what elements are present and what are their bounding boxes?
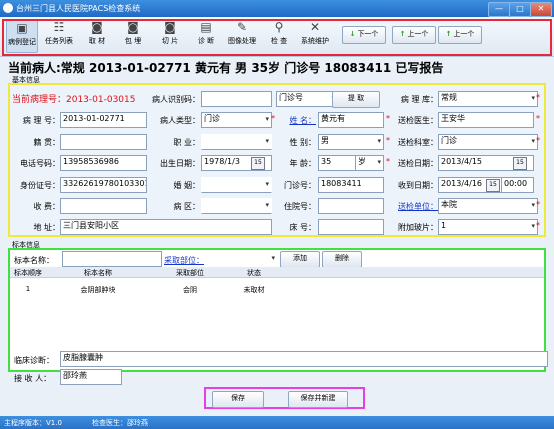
table-row[interactable]: 1 会阴部肿块 会阴 未取材 (10, 284, 544, 295)
bed-label: 床 号： (289, 223, 316, 232)
marriage-select[interactable] (201, 177, 272, 193)
dept-select[interactable]: 门诊 (438, 134, 538, 150)
sex-select[interactable]: 男 (318, 134, 384, 150)
ward-label: 病 区： (173, 202, 200, 211)
job-select[interactable] (201, 134, 272, 150)
inpatient-input[interactable] (318, 198, 384, 214)
required-mark: * (271, 114, 275, 123)
phone-input[interactable]: 13958536986 (60, 155, 147, 171)
native-input[interactable] (60, 134, 147, 150)
patient-type-label: 病人类型： (160, 116, 200, 125)
sample-grid-header: 标本顺序 标本名称 采取部位 状态 (10, 267, 544, 278)
send-date-label: 送检日期： (398, 159, 438, 168)
cell-status: 未取材 (243, 286, 265, 294)
required-mark: * (536, 200, 540, 209)
native-label: 籍 贯： (33, 138, 60, 147)
fee-input[interactable] (60, 198, 147, 214)
status-bar: 主程序版本：V1.0 检查医生：邵玲燕 (0, 416, 554, 429)
col-site: 采取部位 (176, 269, 204, 277)
cell-site: 会阴 (183, 286, 197, 294)
app-icon (3, 3, 13, 13)
current-pathology-number: 当前病理号：2013-01-03015 (12, 95, 136, 105)
diagnosis-label: 临床诊断： (14, 356, 54, 365)
diagnosis-input[interactable]: 皮脂腺囊肿 (60, 351, 548, 367)
sample-name-input[interactable] (62, 251, 162, 267)
sex-label: 性 别： (289, 138, 316, 147)
site-label[interactable]: 采取部位： (164, 255, 204, 266)
col-order: 标本顺序 (14, 269, 42, 277)
job-label: 职 业： (173, 138, 200, 147)
receiver-label: 接 收 人： (14, 374, 52, 383)
ward-select[interactable] (201, 198, 272, 214)
current-patient-bar: 当前病人:常规 2013-01-02771 黄元有 男 35岁 门诊号 1808… (8, 61, 444, 75)
name-input[interactable]: 黄元有 (318, 112, 384, 128)
phone-label: 电话号码： (20, 159, 60, 168)
send-unit-label[interactable]: 送检单位： (390, 201, 438, 212)
close-button[interactable]: ✕ (530, 2, 552, 17)
pathology-no-input[interactable]: 2013-01-02771 (60, 112, 147, 128)
fee-label: 收 费： (33, 202, 60, 211)
inpatient-label: 住院号： (284, 202, 316, 211)
cell-name: 会阴部肿块 (80, 286, 116, 294)
window-title: 台州三门县人民医院PACS检查系统 (16, 4, 141, 13)
age-input[interactable]: 35 (318, 155, 360, 171)
save-and-new-button[interactable]: 保存并新建 (288, 391, 348, 408)
sample-name-label: 标本名称： (14, 256, 54, 265)
maximize-button[interactable]: □ (509, 2, 531, 17)
doctor-label: 送检医生： (398, 116, 438, 125)
age-label: 年 龄： (289, 159, 316, 168)
delete-sample-button[interactable]: 删除 (322, 251, 362, 268)
toolbar-highlight (2, 19, 552, 56)
name-label[interactable]: 姓 名： (284, 115, 316, 126)
id-type-select[interactable]: 门诊号 (276, 91, 338, 107)
cell-order: 1 (25, 285, 31, 293)
send-unit-select[interactable]: 本院 (438, 198, 538, 214)
age-unit-select[interactable]: 岁 (355, 155, 384, 171)
outpatient-input[interactable]: 18083411 (318, 177, 384, 193)
required-mark: * (536, 93, 540, 102)
title-bar: 台州三门县人民医院PACS检查系统 — □ ✕ (0, 0, 554, 17)
patient-id-label: 病人识别码： (152, 95, 200, 104)
idcard-input[interactable]: 33262619780103301 (60, 177, 147, 193)
library-select[interactable]: 常规 (438, 91, 538, 107)
recv-time-input[interactable]: 00:00 (501, 177, 534, 193)
dept-label: 送检科室： (398, 138, 438, 147)
marriage-label: 婚 姻： (173, 181, 200, 190)
add-sample-button[interactable]: 添加 (280, 251, 320, 268)
library-label: 病 理 库： (400, 95, 438, 104)
receiver-input[interactable]: 邵玲燕 (60, 369, 122, 385)
address-label: 地 址： (33, 223, 60, 232)
outpatient-label: 门诊号： (284, 181, 316, 190)
patient-id-input[interactable] (201, 91, 272, 107)
patient-type-select[interactable]: 门诊 (201, 112, 272, 128)
save-button[interactable]: 保存 (212, 391, 264, 408)
minimize-button[interactable]: — (488, 2, 510, 17)
address-input[interactable]: 三门县安阳小区 (60, 219, 272, 235)
version-text: 主程序版本：V1.0 (4, 419, 62, 427)
fetch-button[interactable]: 提 取 (332, 91, 380, 108)
extra-slides-select[interactable]: 1 (438, 219, 538, 235)
idcard-label: 身份证号： (20, 181, 60, 190)
calendar-icon[interactable]: 15 (486, 179, 500, 192)
recv-date-label: 收到日期： (398, 181, 438, 190)
required-mark: * (536, 136, 540, 145)
pathology-no-label: 病 理 号： (22, 116, 60, 125)
doctor-text: 检查医生：邵玲燕 (92, 419, 148, 427)
col-name: 标本名称 (84, 269, 112, 277)
required-mark: * (536, 221, 540, 230)
bed-input[interactable] (318, 219, 384, 235)
extra-slides-label: 附加玻片： (398, 223, 438, 232)
birth-label: 出生日期： (160, 159, 200, 168)
required-mark: * (536, 114, 540, 123)
site-select[interactable] (210, 251, 278, 267)
col-status: 状态 (247, 269, 261, 277)
calendar-icon[interactable]: 15 (513, 157, 527, 170)
calendar-icon[interactable]: 15 (251, 157, 265, 170)
doctor-input[interactable]: 王安华 (438, 112, 534, 128)
